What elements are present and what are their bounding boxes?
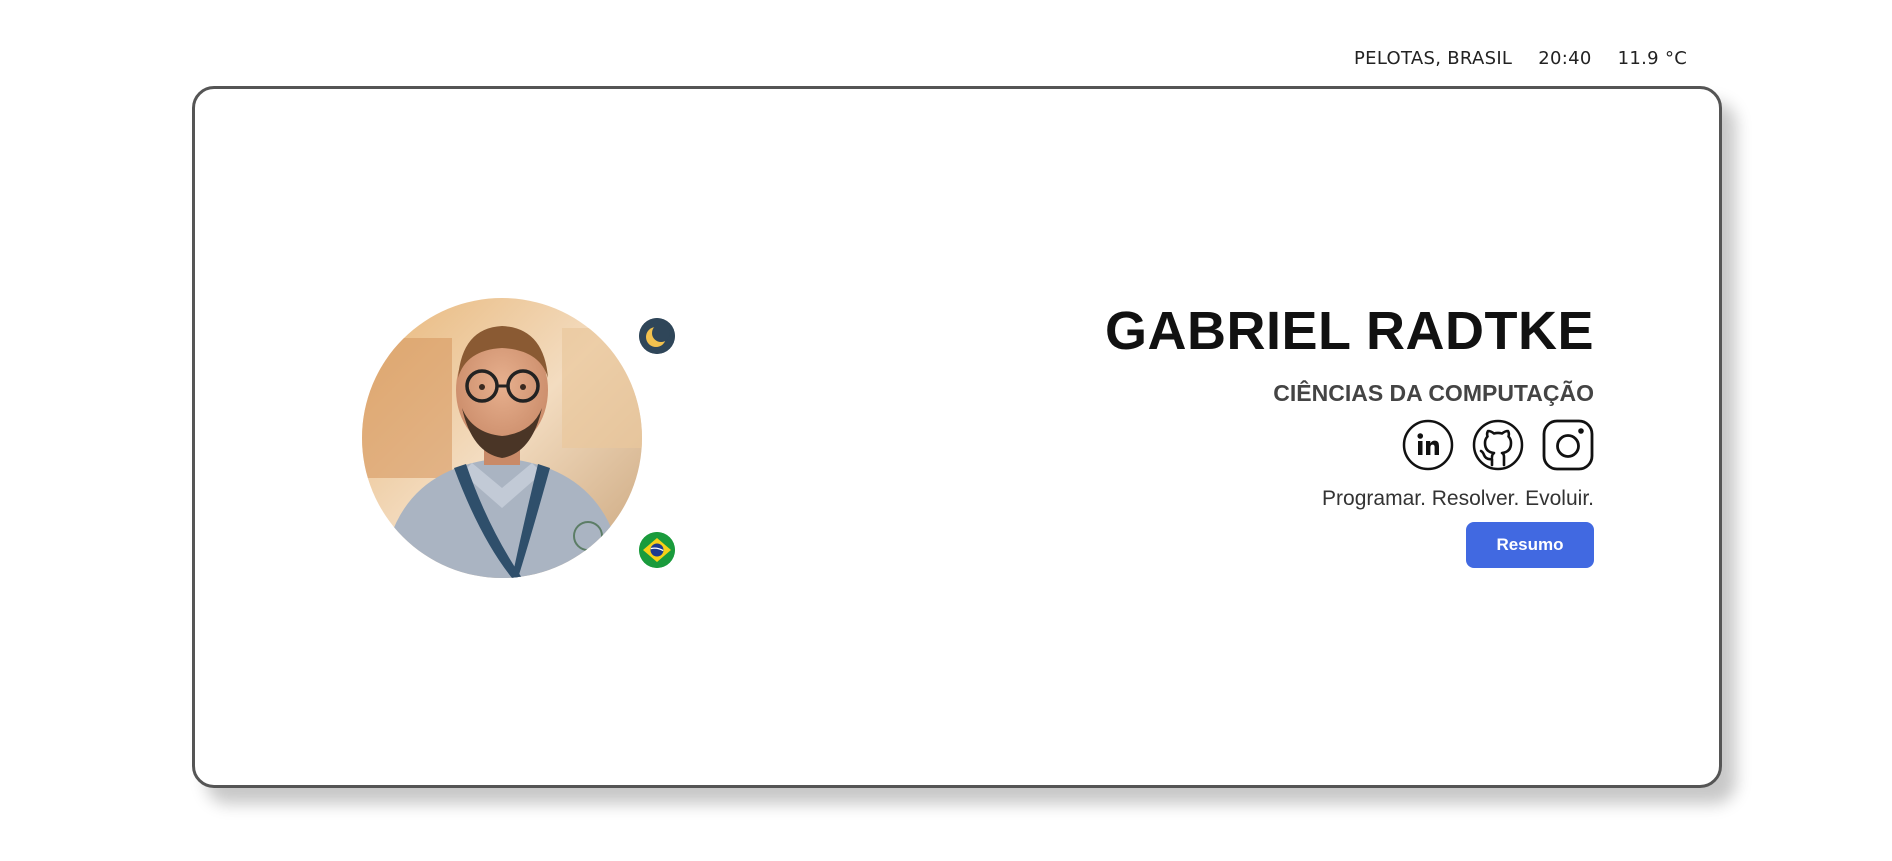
brazil-flag-icon [639,532,675,568]
linkedin-icon [1402,419,1454,471]
social-links [1402,419,1594,471]
profile-photo-image [362,298,642,578]
instagram-icon [1542,419,1594,471]
linkedin-link[interactable] [1402,419,1454,471]
moon-icon [639,318,675,354]
profile-name: GABRIEL RADTKE [1104,301,1594,361]
github-link[interactable] [1472,419,1524,471]
profile-info: GABRIEL RADTKE CIÊNCIAS DA COMPUTAÇÃO Pr… [1105,300,1594,568]
instagram-link[interactable] [1542,419,1594,471]
profile-photo [362,298,646,582]
clock-label: 20:40 [1538,48,1592,69]
language-toggle-button[interactable] [639,532,675,568]
theme-toggle-button[interactable] [639,318,675,354]
profile-tagline: Programar. Resolver. Evoluir. [1322,487,1594,510]
profile-card: GABRIEL RADTKE CIÊNCIAS DA COMPUTAÇÃO Pr… [192,86,1722,788]
profile-subtitle: CIÊNCIAS DA COMPUTAÇÃO [1273,380,1594,406]
temperature-label: 11.9 °C [1617,48,1688,69]
resume-button[interactable]: Resumo [1466,522,1594,568]
location-label: PELOTAS, BRASIL [1354,48,1513,69]
github-icon [1472,419,1524,471]
top-status-bar: PELOTAS, BRASIL 20:40 11.9 °C [1354,48,1687,69]
